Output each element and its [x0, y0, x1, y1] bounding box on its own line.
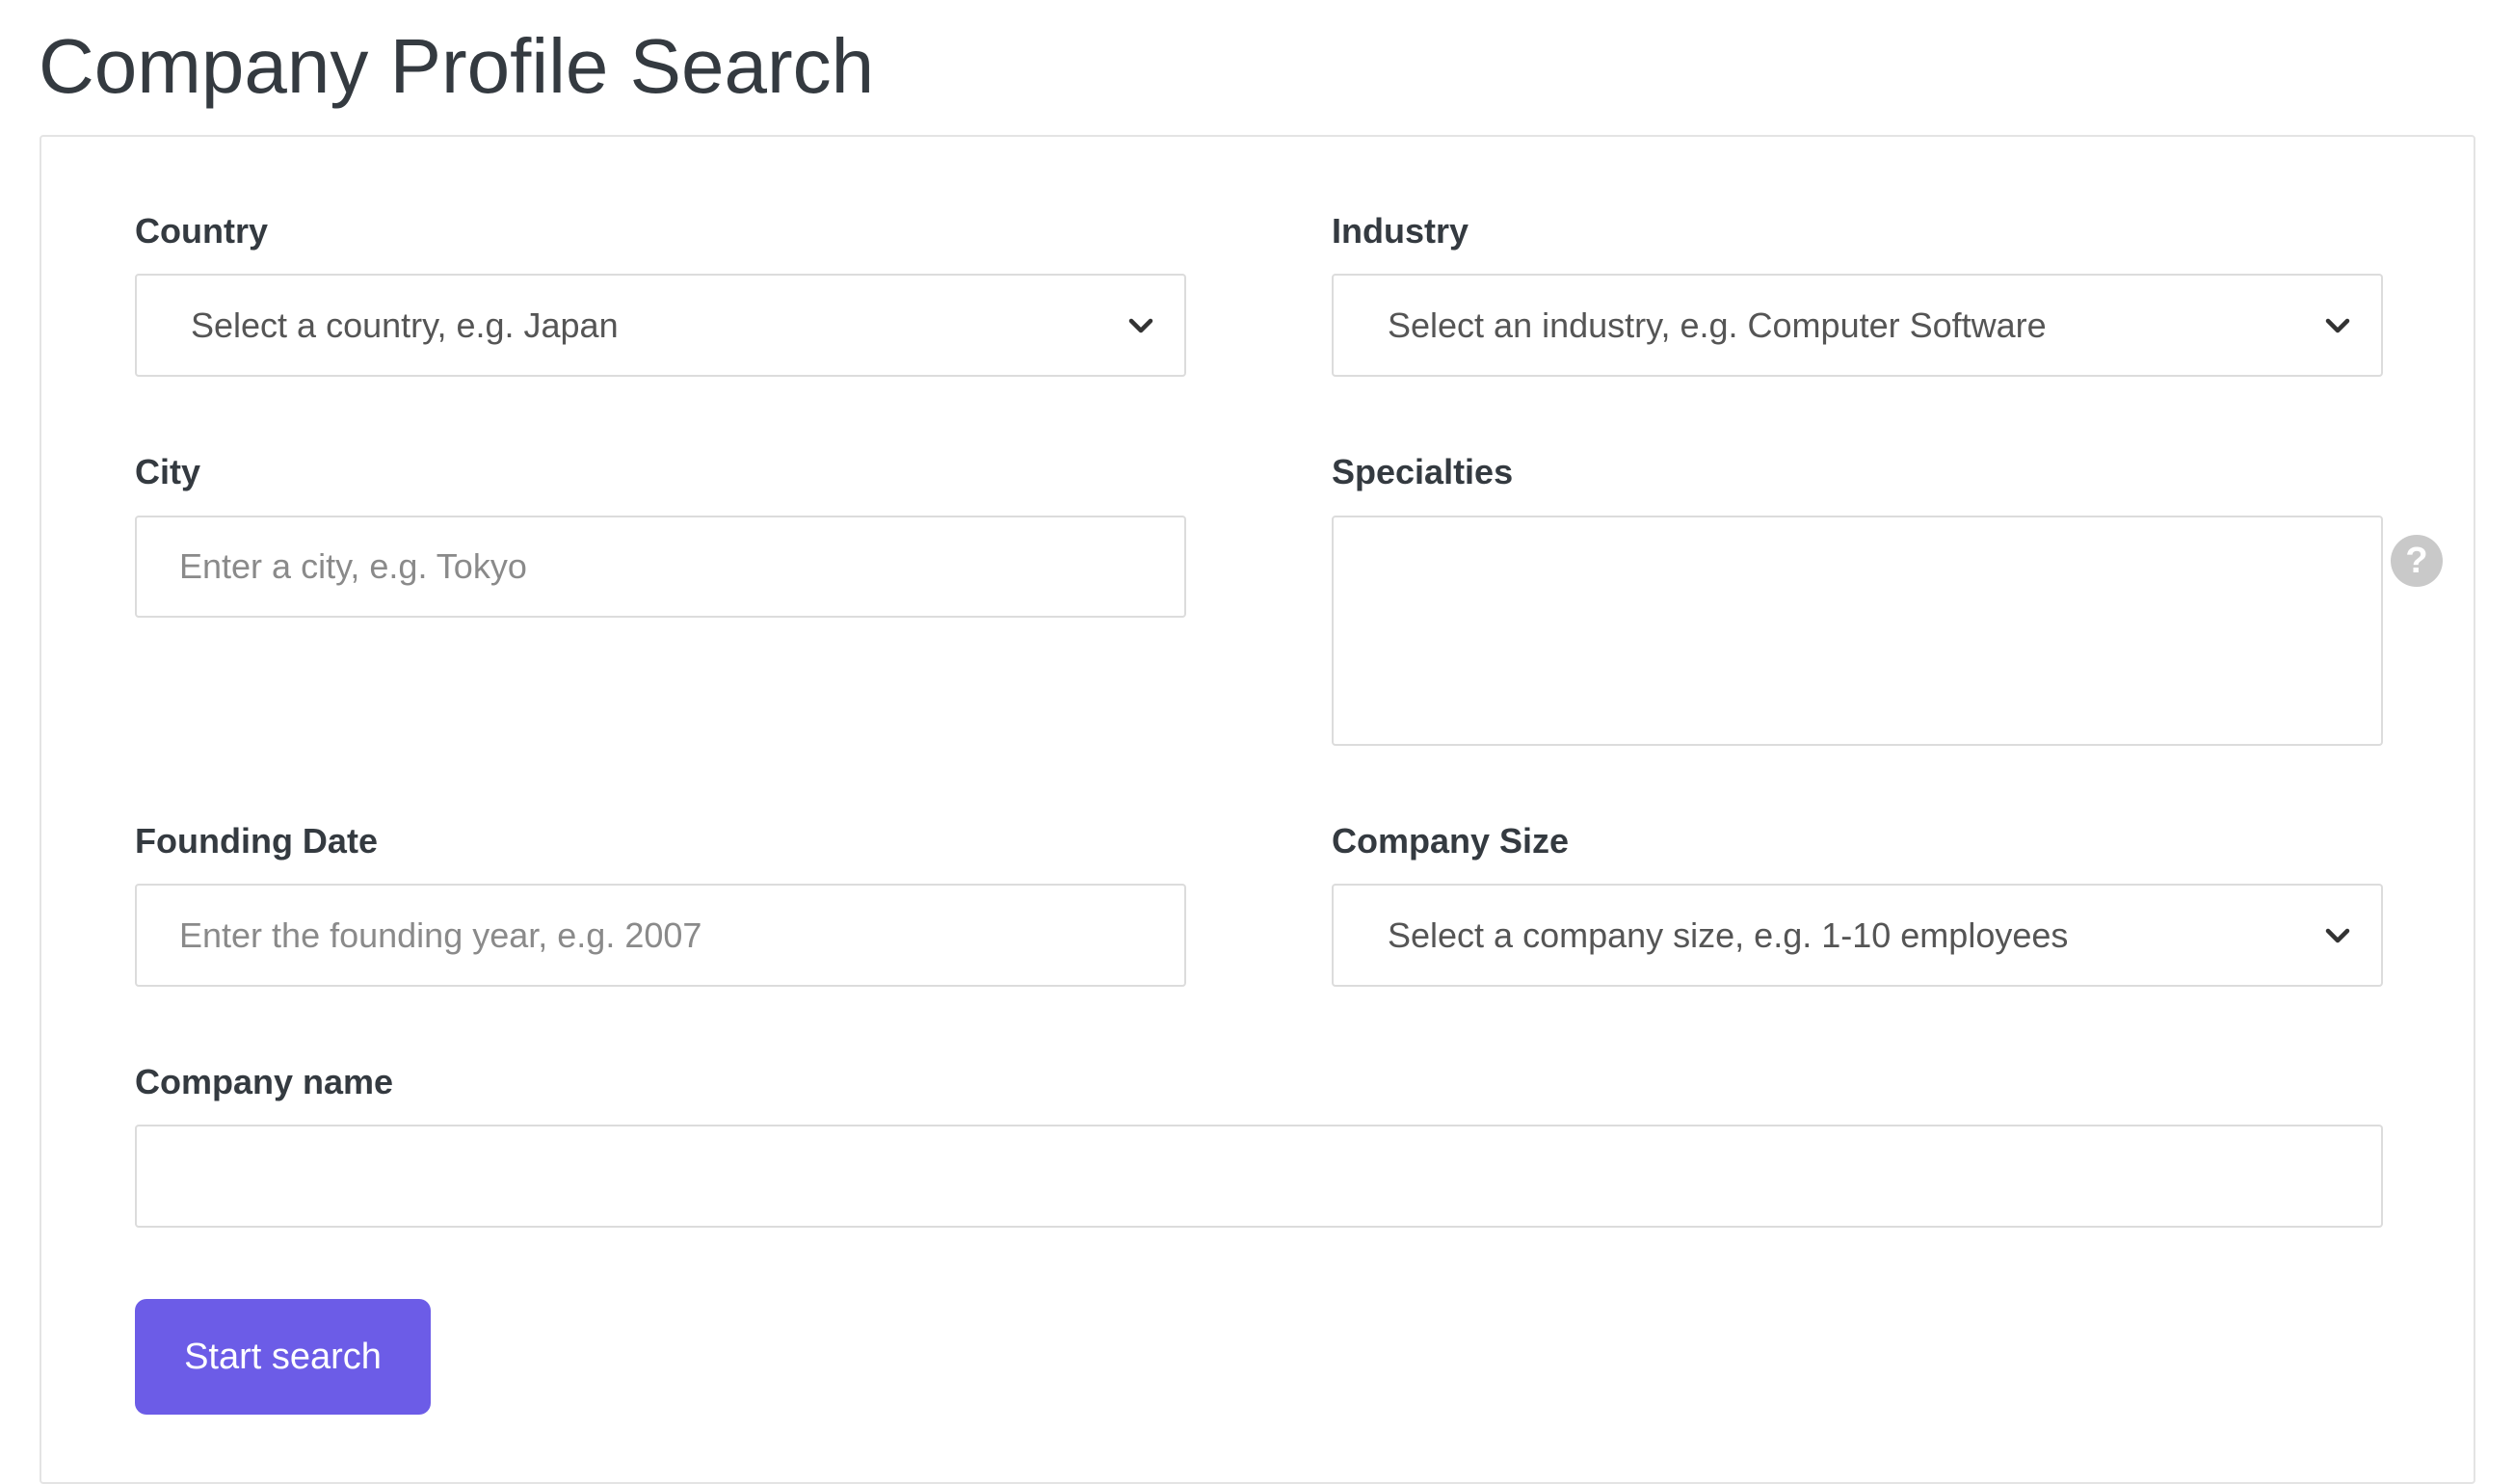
company-size-select[interactable]: Select a company size, e.g. 1-10 employe…	[1332, 884, 2383, 987]
country-select-value: Select a country, e.g. Japan	[191, 305, 619, 345]
help-glyph: ?	[2405, 540, 2428, 581]
chevron-down-icon	[2323, 921, 2352, 950]
specialties-label: Specialties	[1332, 452, 1514, 491]
country-select[interactable]: Select a country, e.g. Japan	[135, 274, 1186, 377]
industry-select[interactable]: Select an industry, e.g. Computer Softwa…	[1332, 274, 2383, 377]
company-name-label: Company name	[135, 1062, 394, 1101]
question-circle-icon[interactable]: ?	[2391, 535, 2443, 587]
country-label: Country	[135, 211, 268, 251]
company-name-input[interactable]	[135, 1125, 2383, 1228]
company-size-select-value: Select a company size, e.g. 1-10 employe…	[1388, 914, 2069, 955]
company-size-label: Company Size	[1332, 821, 1570, 861]
founding-date-label: Founding Date	[135, 821, 378, 861]
chevron-down-icon	[2323, 311, 2352, 340]
industry-label: Industry	[1332, 211, 1469, 251]
founding-date-input[interactable]	[135, 884, 1186, 987]
specialties-textarea[interactable]	[1332, 516, 2383, 746]
start-search-button[interactable]: Start search	[135, 1299, 431, 1415]
chevron-down-icon	[1126, 311, 1155, 340]
city-label: City	[135, 452, 201, 491]
industry-select-value: Select an industry, e.g. Computer Softwa…	[1388, 305, 2047, 345]
city-input[interactable]	[135, 516, 1186, 618]
page-title: Company Profile Search	[39, 23, 875, 109]
